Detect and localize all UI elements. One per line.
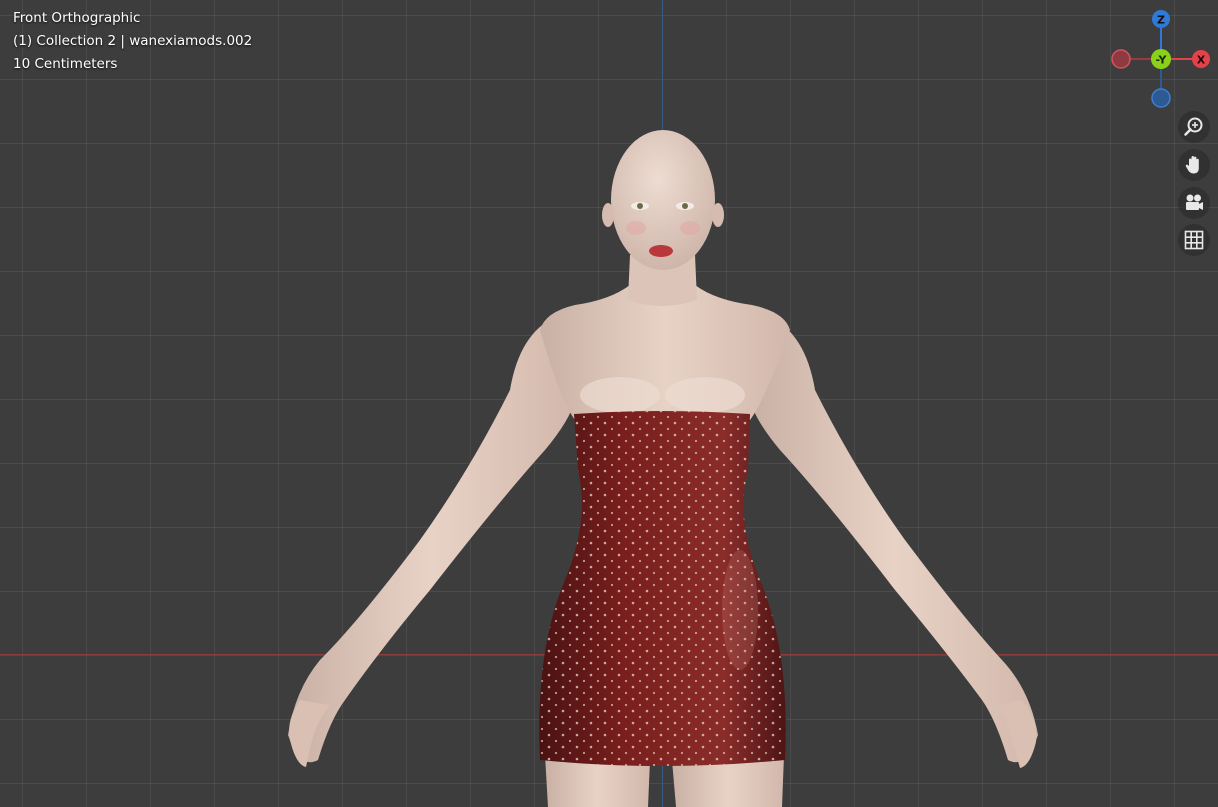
zoom-button[interactable] — [1178, 111, 1210, 143]
svg-text:X: X — [1197, 54, 1206, 67]
3d-viewport[interactable]: Front Orthographic (1) Collection 2 | wa… — [0, 0, 1218, 807]
collection-info-label: (1) Collection 2 | wanexiamods.002 — [13, 33, 253, 49]
z-axis-handle[interactable]: Z — [1152, 10, 1170, 28]
neg-y-axis-handle[interactable]: -Y — [1151, 49, 1171, 69]
svg-text:Z: Z — [1157, 14, 1165, 27]
neg-x-axis-handle[interactable] — [1111, 49, 1131, 69]
zoom-icon — [1184, 117, 1203, 136]
navigation-gizmo[interactable]: Z -Y X — [1100, 0, 1218, 115]
toggle-ortho-button[interactable] — [1178, 224, 1210, 256]
view-name-label: Front Orthographic — [13, 10, 141, 26]
neg-z-axis-handle[interactable] — [1151, 88, 1171, 108]
pan-button[interactable] — [1178, 149, 1210, 181]
grid-scale-label: 10 Centimeters — [13, 56, 118, 72]
camera-view-button[interactable] — [1178, 187, 1210, 219]
camera-icon — [1186, 194, 1203, 210]
character-model[interactable] — [0, 0, 1218, 807]
grid-icon — [1184, 230, 1204, 250]
x-axis-handle[interactable]: X — [1192, 50, 1210, 68]
hand-pan-icon — [1185, 156, 1199, 174]
svg-text:-Y: -Y — [1156, 54, 1168, 67]
